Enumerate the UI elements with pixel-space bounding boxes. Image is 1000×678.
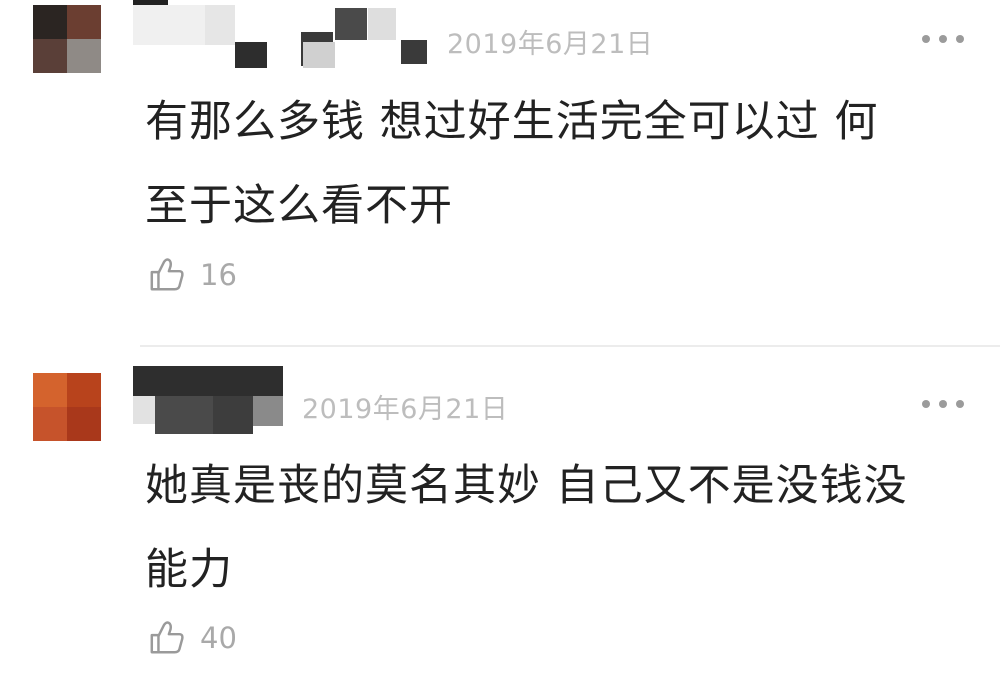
like-count: 40 bbox=[200, 621, 237, 655]
comment-item-content: 2019年6月21日 她真是丧的莫名其妙 自己又不是没钱没 能力 40 bbox=[0, 0, 1000, 678]
comment-timestamp: 2019年6月21日 bbox=[302, 394, 509, 425]
like-button[interactable]: 40 bbox=[148, 618, 237, 658]
ellipsis-icon[interactable] bbox=[922, 397, 964, 411]
comment-text: 她真是丧的莫名其妙 自己又不是没钱没 能力 bbox=[145, 461, 908, 595]
thumbs-up-icon bbox=[150, 621, 184, 654]
